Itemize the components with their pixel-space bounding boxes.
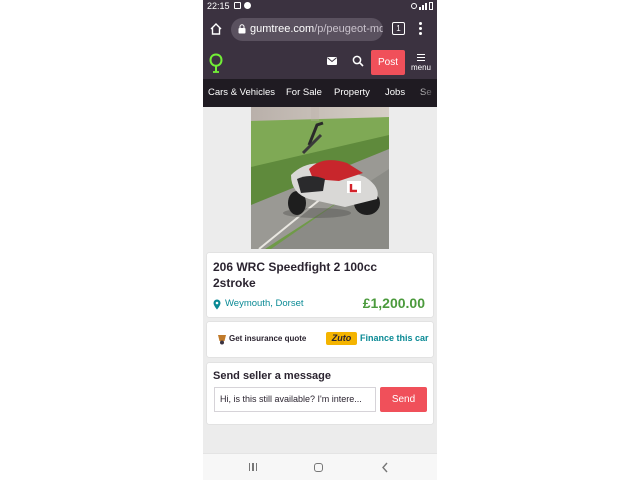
gallery-notification-icon bbox=[234, 2, 241, 9]
listing-photo[interactable] bbox=[251, 107, 389, 249]
category-nav: Cars & Vehicles For Sale Property Jobs S… bbox=[203, 79, 437, 107]
url-path: /p/peugeot-mo bbox=[314, 23, 383, 35]
notification-icons bbox=[234, 2, 251, 9]
lock-icon bbox=[238, 24, 246, 34]
scroll-fade bbox=[415, 79, 437, 107]
back-icon[interactable] bbox=[380, 462, 390, 473]
listing-title: 206 WRC Speedfight 2 100cc 2stroke bbox=[213, 260, 378, 290]
url-host: gumtree.com bbox=[250, 23, 315, 35]
signal-icon bbox=[419, 2, 427, 10]
menu-button[interactable]: menu bbox=[409, 53, 433, 73]
insurance-finance-card: Get insurance quote Zuto Finance this ca… bbox=[207, 322, 433, 357]
site-header: Post menu bbox=[203, 46, 437, 79]
message-card-title: Send seller a message bbox=[213, 370, 332, 382]
mail-icon[interactable] bbox=[327, 57, 337, 65]
message-input[interactable]: Hi, is this still available? I'm intere.… bbox=[214, 387, 376, 412]
zuto-logo: Zuto bbox=[326, 332, 357, 345]
url-text: gumtree.com/p/peugeot-mo bbox=[250, 18, 383, 41]
send-button[interactable]: Send bbox=[380, 387, 427, 412]
menu-label: menu bbox=[410, 63, 431, 72]
category-jobs[interactable]: Jobs bbox=[385, 87, 405, 98]
system-nav-bar bbox=[203, 453, 437, 480]
more-vert-icon[interactable] bbox=[417, 22, 423, 38]
map-pin-icon bbox=[213, 299, 221, 310]
status-bar: 22:15 bbox=[203, 0, 437, 14]
browser-toolbar: gumtree.com/p/peugeot-mo 1 bbox=[203, 14, 437, 46]
category-cars-vehicles[interactable]: Cars & Vehicles bbox=[208, 87, 275, 98]
listing-price: £1,200.00 bbox=[362, 295, 425, 311]
battery-icon bbox=[429, 2, 433, 10]
status-time: 22:15 bbox=[207, 1, 230, 11]
url-bar[interactable]: gumtree.com/p/peugeot-mo bbox=[231, 18, 383, 41]
insurance-quote-link[interactable]: Get insurance quote bbox=[229, 334, 306, 343]
listing-location[interactable]: Weymouth, Dorset bbox=[225, 298, 304, 309]
system-status-icons bbox=[411, 2, 433, 10]
gumtree-logo[interactable] bbox=[209, 53, 223, 73]
alarm-icon bbox=[411, 3, 417, 9]
app-notification-icon bbox=[244, 2, 251, 9]
tabs-icon[interactable]: 1 bbox=[392, 22, 405, 35]
search-icon[interactable] bbox=[352, 55, 364, 67]
home-nav-icon[interactable] bbox=[314, 463, 323, 472]
message-seller-card: Send seller a message Hi, is this still … bbox=[207, 363, 433, 424]
finance-this-car-link[interactable]: Finance this car bbox=[360, 333, 429, 343]
recents-icon[interactable] bbox=[249, 463, 257, 471]
category-property[interactable]: Property bbox=[334, 87, 370, 98]
hamburger-icon bbox=[409, 54, 433, 61]
insurance-icon bbox=[218, 335, 226, 345]
post-button[interactable]: Post bbox=[371, 50, 405, 75]
phone-screen: 22:15 gumtree.com/p/peugeot-mo 1 Post me… bbox=[203, 0, 437, 480]
listing-summary-card: 206 WRC Speedfight 2 100cc 2stroke Weymo… bbox=[207, 253, 433, 317]
category-for-sale[interactable]: For Sale bbox=[286, 87, 322, 98]
photo-gallery bbox=[203, 107, 437, 249]
home-icon[interactable] bbox=[209, 22, 223, 36]
